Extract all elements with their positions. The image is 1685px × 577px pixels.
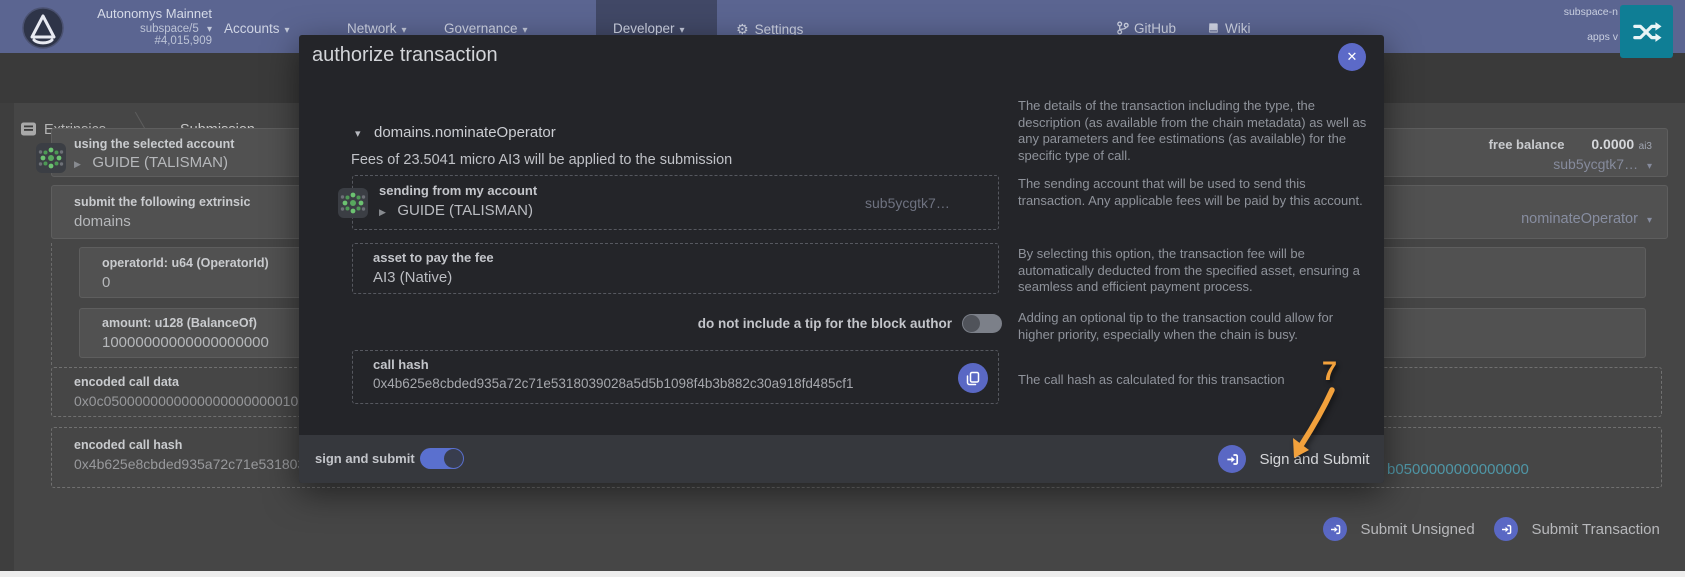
account-identicon — [338, 188, 368, 218]
call-section-header[interactable]: ▾ domains.nominateOperator — [350, 124, 556, 142]
desc-tip: Adding an optional tip to the transactio… — [1018, 310, 1370, 343]
app-title: Autonomys Mainnet — [60, 6, 212, 21]
sending-account-field[interactable]: sending from my account ▶ GUIDE (TALISMA… — [352, 175, 999, 230]
toggle-knob — [444, 449, 463, 468]
param-operatorid-value[interactable]: 0 — [102, 274, 110, 291]
encoded-call-data-label: encoded call data — [74, 375, 179, 389]
shuffle-icon — [1632, 18, 1662, 46]
call-hash-field: call hash 0x4b625e8cbded935a72c71e531803… — [352, 350, 999, 404]
encoded-call-hash-value: 0x4b625e8cbded935a72c71e531803 — [74, 456, 305, 472]
page-bottom-edge — [0, 571, 1685, 577]
encoded-call-data-value: 0x0c050000000000000000000001063 — [74, 393, 314, 409]
fee-note: Fees of 23.5041 micro AI3 will be applie… — [351, 152, 732, 168]
annotation-arrow — [1272, 386, 1352, 470]
modal-title: authorize transaction — [312, 44, 498, 67]
chevron-down-icon: ▾ — [355, 128, 361, 140]
modal-footer: sign and submit Sign and Submit — [299, 435, 1384, 483]
tip-toggle[interactable] — [962, 314, 1002, 333]
nav-item-accounts[interactable]: Accounts▾ — [224, 21, 290, 36]
chevron-down-icon: ▾ — [207, 24, 212, 35]
app-window: Autonomys Mainnet subspace/5 ▾ #4,015,90… — [0, 0, 1685, 577]
free-balance-label: free balance — [1489, 137, 1565, 152]
sign-submit-toggle-label: sign and submit — [315, 451, 415, 466]
params-guide-line — [51, 243, 52, 365]
copy-icon — [966, 371, 980, 386]
close-button[interactable]: ✕ — [1338, 43, 1366, 71]
call-hash-label: call hash — [373, 357, 429, 372]
free-balance-unit: ai3 — [1639, 141, 1652, 152]
tip-toggle-label: do not include a tip for the block autho… — [609, 316, 952, 331]
toggle-knob — [963, 315, 980, 332]
encoded-call-hash-label: encoded call hash — [74, 438, 182, 452]
param-amount-label: amount: u128 (BalanceOf) — [102, 316, 257, 330]
sending-account-value[interactable]: ▶ GUIDE (TALISMAN) — [379, 202, 533, 220]
selected-account-label: using the selected account — [74, 137, 234, 151]
brand-block: Autonomys Mainnet subspace/5 ▾ #4,015,90… — [60, 6, 212, 47]
submit-unsigned-button[interactable]: Submit Unsigned — [1323, 517, 1475, 541]
chain-selector[interactable]: subspace/5 ▾ — [60, 23, 212, 35]
selected-account-value[interactable]: ▶ GUIDE (TALISMAN) — [74, 154, 228, 172]
left-gutter — [0, 103, 14, 577]
authorize-transaction-modal: authorize transaction ✕ ▾ domains.nomina… — [299, 35, 1384, 483]
annotation-number: 7 — [1322, 356, 1337, 387]
autonomys-logo-icon — [22, 7, 64, 49]
nav-item-developer[interactable]: Developer▾ — [613, 21, 685, 36]
signin-icon — [1323, 517, 1347, 541]
extrinsic-label: submit the following extrinsic — [74, 195, 250, 209]
fee-asset-label: asset to pay the fee — [373, 250, 494, 265]
call-hash-value: 0x4b625e8cbded935a72c71e5318039028a5d5b1… — [373, 376, 853, 391]
github-link[interactable]: GitHub — [1116, 21, 1176, 36]
signin-icon — [1494, 517, 1518, 541]
network-switch-button[interactable] — [1620, 5, 1673, 58]
caret-right-icon: ▶ — [74, 159, 81, 169]
wiki-link[interactable]: Wiki — [1207, 21, 1251, 36]
git-branch-icon — [1116, 21, 1129, 35]
chevron-down-icon: ▾ — [1647, 215, 1652, 226]
account-identicon — [36, 143, 66, 173]
submit-transaction-button[interactable]: Submit Transaction — [1494, 517, 1660, 541]
desc-sending-account: The sending account that will be used to… — [1018, 176, 1370, 209]
encoded-hash-partial-text: b0500000000000000 — [1387, 461, 1529, 478]
chevron-down-icon: ▾ — [1647, 161, 1652, 172]
sending-account-address: sub5ycgtk7… — [865, 195, 950, 211]
param-operatorid-label: operatorId: u64 (OperatorId) — [102, 256, 269, 270]
nav-item-governance[interactable]: Governance▾ — [444, 21, 528, 36]
chevron-down-icon: ▾ — [285, 25, 290, 36]
desc-transaction-details: The details of the transaction including… — [1018, 98, 1370, 164]
copy-button[interactable] — [958, 363, 988, 393]
caret-right-icon: ▶ — [379, 207, 386, 217]
block-number: #4,015,909 — [60, 35, 212, 47]
param-amount-value[interactable]: 10000000000000000000 — [102, 334, 269, 351]
sending-account-label: sending from my account — [379, 183, 537, 198]
corner-version-text: subspace-n apps v — [1500, 6, 1618, 44]
nav-item-network[interactable]: Network▾ — [347, 21, 407, 36]
signin-icon — [1218, 445, 1246, 473]
fee-asset-value[interactable]: AI3 (Native) — [373, 269, 452, 286]
extrinsic-section-value[interactable]: domains — [74, 213, 131, 230]
sign-submit-toggle[interactable] — [420, 448, 464, 469]
free-balance-amount: 0.0000 — [1591, 136, 1634, 152]
close-icon: ✕ — [1347, 49, 1358, 65]
fee-asset-field[interactable]: asset to pay the fee AI3 (Native) — [352, 243, 999, 294]
desc-fee-asset: By selecting this option, the transactio… — [1018, 246, 1370, 296]
extrinsics-icon — [20, 121, 37, 137]
book-icon — [1207, 21, 1220, 35]
